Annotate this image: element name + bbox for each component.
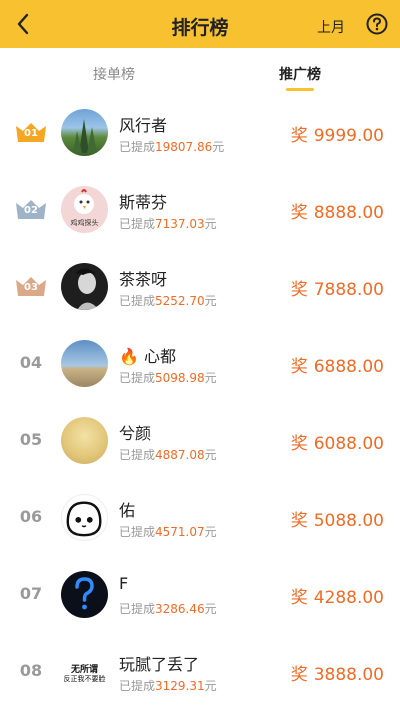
withdrawn-amount: 已提成5252.70元 xyxy=(119,294,217,308)
list-item[interactable]: 06 佑 已提成4571.07元 奖 5088.00 xyxy=(0,481,400,558)
withdrawn-amount: 已提成4571.07元 xyxy=(119,525,217,539)
avatar[interactable] xyxy=(61,571,108,618)
avatar-caption: 鸡鸡探头 xyxy=(70,219,99,227)
withdrawn-amount: 已提成4887.08元 xyxy=(119,448,217,462)
user-name: 佑 xyxy=(119,501,136,520)
prize-amount: 奖 4288.00 xyxy=(290,588,384,608)
list-item[interactable]: 08 无所谓 反正我不要脸 玩腻了丢了 已提成3129.31元 奖 3888.00 xyxy=(0,635,400,712)
prize-amount: 奖 6888.00 xyxy=(290,357,384,377)
avatar[interactable]: 鸡鸡探头 xyxy=(61,186,108,233)
top-bar: 排行榜 上月 xyxy=(0,0,400,48)
user-name: 兮颜 xyxy=(119,424,152,443)
tab-promotion[interactable]: 推广榜 xyxy=(250,64,350,84)
avatar[interactable] xyxy=(61,417,108,464)
user-name: F xyxy=(119,574,129,593)
avatar[interactable] xyxy=(61,263,108,310)
list-item[interactable]: 05 兮颜 已提成4887.08元 奖 6088.00 xyxy=(0,404,400,481)
period-selector[interactable]: 上月 xyxy=(317,17,345,37)
tab-bar: 接单榜 推广榜 xyxy=(0,48,400,96)
avatar[interactable] xyxy=(61,494,108,541)
prize-amount: 奖 8888.00 xyxy=(290,203,384,223)
avatar[interactable]: 无所谓 反正我不要脸 xyxy=(61,648,108,695)
rank-number: 04 xyxy=(19,353,43,372)
user-name: 斯蒂芬 xyxy=(119,193,168,212)
rank-number: 01 xyxy=(24,128,38,139)
withdrawn-amount: 已提成3286.46元 xyxy=(119,602,217,616)
list-item[interactable]: 07 F 已提成3286.46元 奖 4288.00 xyxy=(0,558,400,635)
list-item[interactable]: 04 🔥 心都 已提成5098.98元 奖 6888.00 xyxy=(0,327,400,404)
withdrawn-amount: 已提成7137.03元 xyxy=(119,217,217,231)
rank-number: 02 xyxy=(24,205,38,216)
prize-amount: 奖 3888.00 xyxy=(290,665,384,685)
list-item[interactable]: 03 茶茶呀 已提成5252.70元 奖 7888.00 xyxy=(0,250,400,327)
rank-number: 07 xyxy=(19,584,43,603)
list-item[interactable]: 02 鸡鸡探头 斯蒂芬 已提成7137.03元 奖 8888.00 xyxy=(0,173,400,250)
user-name: 茶茶呀 xyxy=(119,270,168,289)
rank-number: 08 xyxy=(19,661,43,680)
rank-number: 05 xyxy=(19,430,43,449)
prize-amount: 奖 9999.00 xyxy=(290,126,384,146)
user-name: 玩腻了丢了 xyxy=(119,655,200,674)
silver-crown-icon: 02 xyxy=(14,197,48,223)
withdrawn-amount: 已提成3129.31元 xyxy=(119,679,217,693)
list-item[interactable]: 01 风行者 已提成19807.86元 奖 9999.00 xyxy=(0,96,400,173)
gold-crown-icon: 01 xyxy=(14,120,48,146)
avatar[interactable] xyxy=(61,340,108,387)
prize-amount: 奖 5088.00 xyxy=(290,511,384,531)
help-icon[interactable] xyxy=(366,13,388,35)
withdrawn-amount: 已提成5098.98元 xyxy=(119,371,217,385)
user-name: 风行者 xyxy=(119,116,168,135)
tab-orders[interactable]: 接单榜 xyxy=(64,64,164,84)
rank-number: 06 xyxy=(19,507,43,526)
withdrawn-amount: 已提成19807.86元 xyxy=(119,140,225,154)
rank-number: 03 xyxy=(24,282,38,293)
avatar-caption-2: 反正我不要脸 xyxy=(63,675,106,683)
bronze-crown-icon: 03 xyxy=(14,274,48,300)
prize-amount: 奖 7888.00 xyxy=(290,280,384,300)
active-tab-indicator xyxy=(286,88,314,91)
user-name: 🔥 心都 xyxy=(119,347,177,366)
avatar[interactable] xyxy=(61,109,108,156)
prize-amount: 奖 6088.00 xyxy=(290,434,384,454)
